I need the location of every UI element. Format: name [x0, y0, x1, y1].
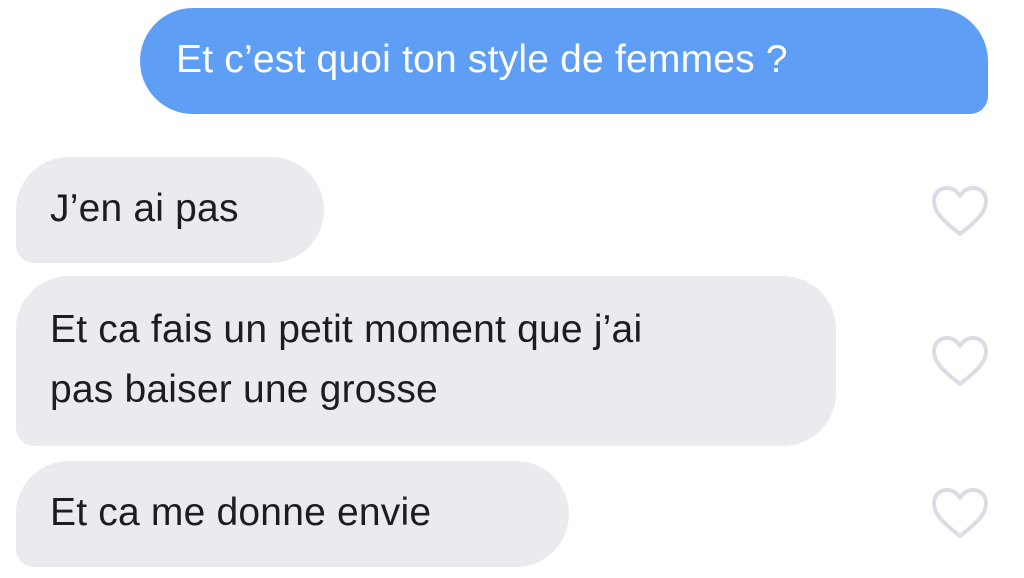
received-message-bubble[interactable]: Et ca me donne envie	[16, 461, 569, 567]
received-message-text: Et ca fais un petit moment que j’ai	[50, 308, 643, 351]
received-message-bubble[interactable]: Et ca fais un petit moment que j’ai pas …	[16, 276, 836, 446]
like-heart-icon[interactable]	[930, 184, 990, 240]
received-message-text: pas baiser une grosse	[50, 368, 438, 411]
received-message-text: Et ca me donne envie	[50, 491, 432, 534]
sent-message-bubble[interactable]: Et c’est quoi ton style de femmes ?	[140, 8, 988, 114]
sent-message-text: Et c’est quoi ton style de femmes ?	[176, 38, 788, 81]
like-heart-icon[interactable]	[930, 334, 990, 390]
received-message-text: J’en ai pas	[50, 187, 239, 230]
received-message-bubble[interactable]: J’en ai pas	[16, 157, 324, 263]
like-heart-icon[interactable]	[930, 486, 990, 542]
